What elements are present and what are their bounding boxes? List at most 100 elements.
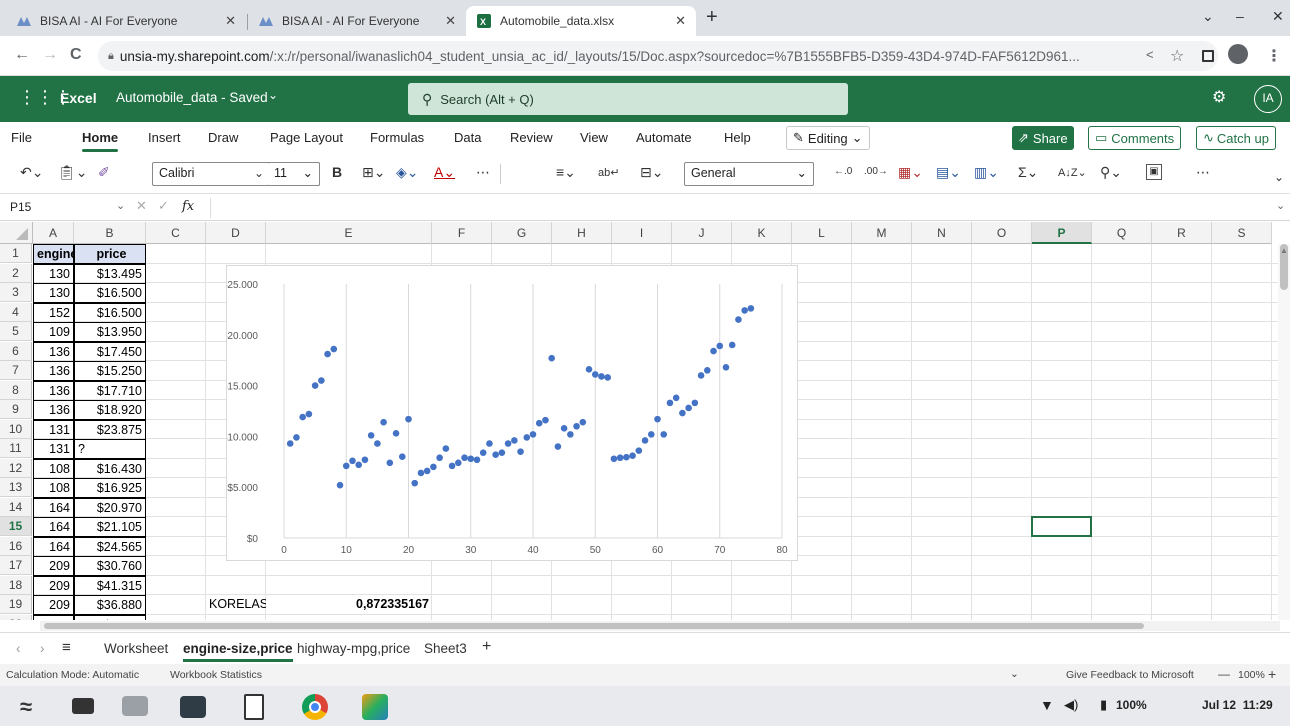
row-header[interactable]: 8 [0,380,32,400]
feedback-link[interactable]: Give Feedback to Microsoft [1066,669,1194,681]
cell-price[interactable]: ? [74,439,146,459]
row-header[interactable]: 17 [0,556,32,575]
zoom-level[interactable]: 100% [1238,669,1265,681]
tab-review[interactable]: Review [510,130,553,145]
cell-price[interactable]: $36.880 [74,595,146,615]
bold-icon[interactable]: B [332,164,342,180]
gear-icon[interactable]: ⚙ [1212,87,1226,107]
chevron-down-icon[interactable]: ⌄ [116,199,125,212]
all-sheets-icon[interactable]: ≡ [62,639,71,656]
column-header[interactable]: K [732,222,792,244]
column-header[interactable]: D [206,222,266,244]
addins-icon[interactable]: ▣ [1146,164,1162,180]
cell-engine-size[interactable]: 136 [33,341,74,362]
cell-engine-size[interactable]: 61 [33,614,74,620]
check-icon[interactable]: ✓ [158,198,169,214]
column-header[interactable]: A [33,222,74,244]
row-header[interactable]: 5 [0,322,32,341]
vertical-scrollbar[interactable] [1278,244,1290,620]
format-painter-icon[interactable]: ✐ [98,164,110,181]
browser-tab-2[interactable]: BISA AI - AI For Everyone ✕ [248,6,466,36]
column-header[interactable]: B [74,222,146,244]
catch-up-button[interactable]: ∿ Catch up [1196,126,1276,150]
wrap-text-icon[interactable]: ab↵ [598,166,619,179]
korelasi-label[interactable]: KORELASI [206,595,266,614]
column-header[interactable]: N [912,222,972,244]
volume-icon[interactable]: ◀︎) [1064,697,1078,713]
tab-draw[interactable]: Draw [208,130,238,145]
cell-engine-size[interactable]: 164 [33,497,74,518]
close-window-icon[interactable]: ✕ [1272,8,1284,25]
zoom-out-icon[interactable]: — [1218,667,1230,681]
window-icon[interactable] [72,698,94,714]
tab-insert[interactable]: Insert [148,130,181,145]
fx-icon[interactable]: fx [182,199,194,214]
workbook-stats[interactable]: Workbook Statistics [170,669,262,681]
close-icon[interactable]: ✕ [225,13,236,29]
cell-engine-size[interactable]: 209 [33,556,74,576]
cell-price[interactable]: $24.565 [74,536,146,557]
row-header[interactable]: 11 [0,439,32,458]
cell-engine-size[interactable]: 136 [33,400,74,420]
cell-price[interactable]: $41.315 [74,575,146,596]
zoom-in-icon[interactable]: + [1268,666,1276,682]
cell-price[interactable]: $17.710 [74,380,146,401]
tab-formulas[interactable]: Formulas [370,130,424,145]
cell-price[interactable]: $16.500 [74,283,146,303]
cell-engine-size[interactable]: 152 [33,302,74,323]
comments-button[interactable]: ▭ Comments [1088,126,1182,150]
browser-tab-3[interactable]: X Automobile_data.xlsx ✕ [466,6,696,36]
cell-price[interactable]: $23.875 [74,419,146,440]
row-header[interactable]: 20 [0,614,32,620]
cell-price[interactable]: $13.495 [74,263,146,284]
editing-mode-button[interactable]: ✎ Editing ⌄ [786,126,870,150]
tab-automate[interactable]: Automate [636,130,692,145]
align-icon[interactable]: ≡⌄ [556,164,576,181]
cell-price[interactable]: $5.151 [74,614,146,620]
cell-engine-size[interactable]: 209 [33,575,74,596]
format-as-table-icon[interactable]: ▤⌄ [936,164,961,181]
cancel-icon[interactable]: ✕ [136,198,147,214]
scatter-chart[interactable]: 0 10 20 30 40 50 60 70 80 $0 $5.000 $10.000 $15.000 $… [222,265,798,561]
column-header[interactable]: L [792,222,852,244]
sheet-tab-highway-mpg-price[interactable]: highway-mpg,price [297,641,410,656]
cell-price[interactable]: $18.920 [74,400,146,420]
row-header[interactable]: 6 [0,341,32,361]
search-box[interactable]: ⚲ Search (Alt + Q) [408,83,848,115]
cell-engine-size[interactable]: 130 [33,263,74,284]
row-header[interactable]: 9 [0,400,32,419]
cell-engine-size[interactable]: 108 [33,458,74,479]
new-tab-button[interactable]: + [706,6,718,29]
more-vert-icon[interactable]: ⋮ [1266,46,1282,66]
scroll-up-icon[interactable]: ▲ [1280,246,1288,255]
horizontal-scrollbar[interactable] [40,621,1280,631]
font-color-icon[interactable]: A⌄ [434,164,455,181]
url-field[interactable]: 🔒︎ unsia-my.sharepoint.com/:x:/r/persona… [98,41,1218,71]
cell-price[interactable]: $16.500 [74,302,146,323]
prev-sheet-icon[interactable]: ‹ [16,641,21,656]
column-header[interactable]: C [146,222,206,244]
column-header[interactable]: M [852,222,912,244]
cell-price[interactable]: $15.250 [74,361,146,381]
cell-styles-icon[interactable]: ▥⌄ [974,164,999,181]
name-box[interactable]: P15 [10,200,31,214]
header-cell-engine-size[interactable]: engine-size [33,244,74,264]
cell-price[interactable]: $17.450 [74,341,146,362]
terminal-icon[interactable] [180,696,206,718]
column-header[interactable]: F [432,222,492,244]
files-icon[interactable] [122,696,148,716]
column-header[interactable]: J [672,222,732,244]
calc-mode[interactable]: Calculation Mode: Automatic [6,669,139,681]
formula-input[interactable] [214,197,1264,219]
cell-engine-size[interactable]: 136 [33,380,74,401]
column-header[interactable]: R [1152,222,1212,244]
column-header[interactable]: E [266,222,432,244]
fill-color-icon[interactable]: ◈⌄ [396,164,419,181]
forward-icon[interactable]: → [42,46,58,64]
increase-decimal-icon[interactable]: ←.0 [834,166,852,177]
row-header[interactable]: 10 [0,419,32,439]
paste-icon[interactable]: 📋︎⌄ [58,164,88,181]
row-header[interactable]: 19 [0,595,32,614]
row-header[interactable]: 12 [0,458,32,478]
chevron-down-icon[interactable]: ⌄ [254,166,264,180]
